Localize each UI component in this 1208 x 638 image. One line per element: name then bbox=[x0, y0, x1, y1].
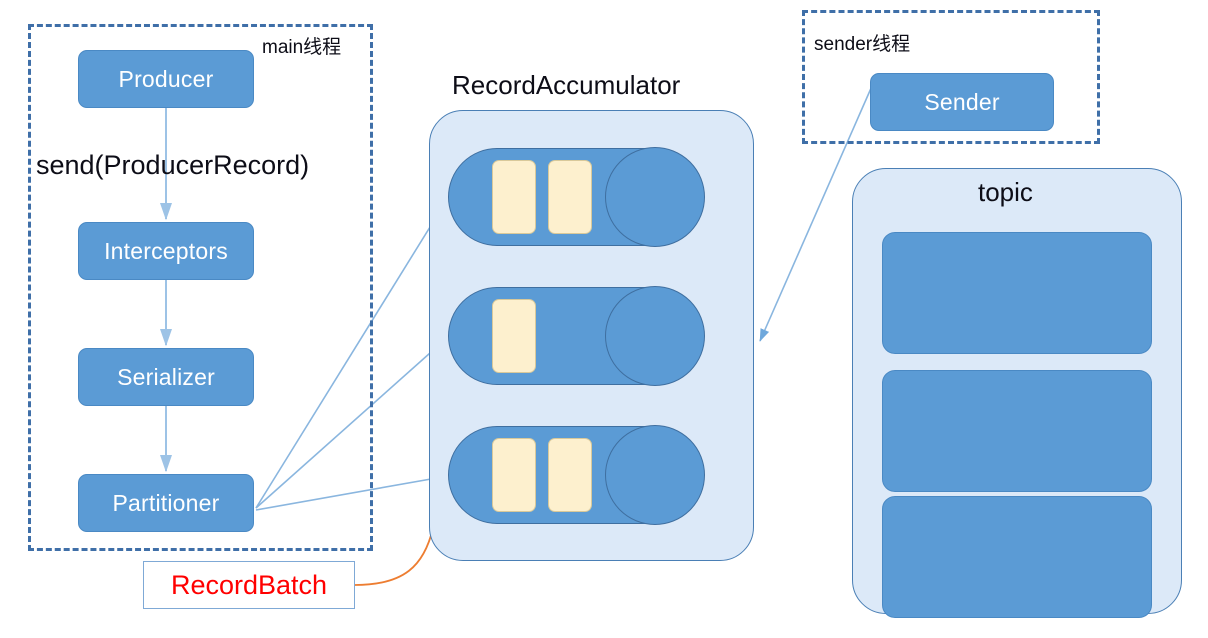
deque-cap-circle bbox=[605, 147, 705, 247]
partitioner-node-label: Partitioner bbox=[112, 489, 220, 516]
producer-node[interactable]: Producer bbox=[78, 50, 254, 108]
record-batch-cell[interactable] bbox=[492, 160, 536, 234]
main-thread-label: main线程 bbox=[262, 37, 342, 58]
topic-title: topic bbox=[978, 177, 1033, 207]
recordbatch-callout-box[interactable]: RecordBatch bbox=[143, 561, 355, 609]
send-producerrecord-label: send(ProducerRecord) bbox=[36, 150, 310, 180]
record-batch-cell[interactable] bbox=[548, 160, 592, 234]
record-batch-cell[interactable] bbox=[548, 438, 592, 512]
sender-thread-label: sender线程 bbox=[814, 34, 911, 55]
topic-partition[interactable] bbox=[882, 370, 1152, 492]
sender-node[interactable]: Sender bbox=[870, 73, 1054, 131]
deque-cap-circle bbox=[605, 286, 705, 386]
record-batch-cell[interactable] bbox=[492, 438, 536, 512]
partitioner-node[interactable]: Partitioner bbox=[78, 474, 254, 532]
deque-cap-circle bbox=[605, 425, 705, 525]
interceptors-node-label: Interceptors bbox=[104, 237, 228, 264]
interceptors-node[interactable]: Interceptors bbox=[78, 222, 254, 280]
serializer-node[interactable]: Serializer bbox=[78, 348, 254, 406]
topic-partition[interactable] bbox=[882, 496, 1152, 618]
deque-row[interactable] bbox=[448, 286, 705, 386]
recordbatch-callout-label: RecordBatch bbox=[170, 569, 328, 600]
serializer-node-label: Serializer bbox=[117, 363, 215, 390]
diagram-canvas: main线程 Producer send(ProducerRecord) Int… bbox=[0, 0, 1208, 638]
deque-row[interactable] bbox=[448, 147, 705, 247]
deque-row[interactable] bbox=[448, 425, 705, 525]
sender-node-label: Sender bbox=[924, 88, 1000, 115]
producer-node-label: Producer bbox=[118, 65, 214, 92]
topic-partition[interactable] bbox=[882, 232, 1152, 354]
record-accumulator-title: RecordAccumulator bbox=[452, 70, 681, 100]
record-batch-cell[interactable] bbox=[492, 299, 536, 373]
